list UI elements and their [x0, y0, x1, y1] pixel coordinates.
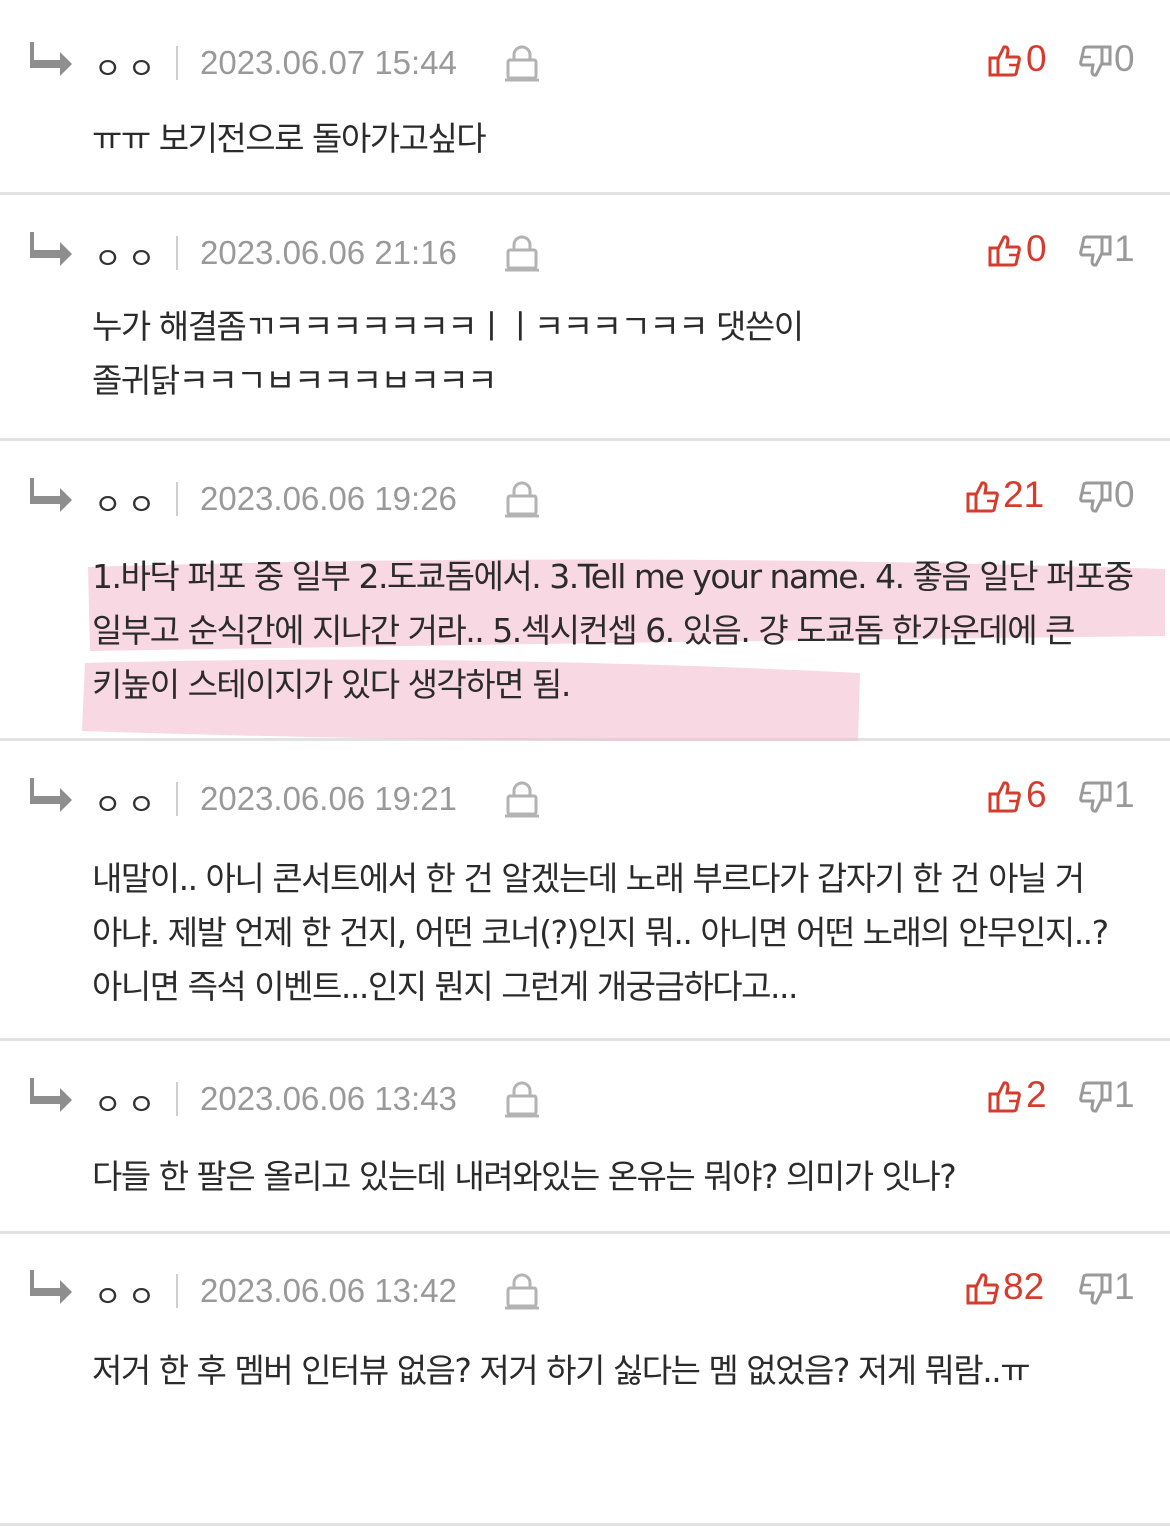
like-count[interactable]: 6 — [1026, 774, 1047, 816]
dislike-count[interactable]: 1 — [1114, 774, 1135, 816]
reply-arrow-icon — [28, 774, 76, 814]
comment-item: ㅇㅇ 2023.06.06 13:42 82 1 저거 한 후 멤버 인터뷰 없음? 저… — [0, 1234, 1170, 1526]
lock-icon[interactable] — [505, 234, 539, 272]
comment-author: ㅇㅇ — [94, 1088, 162, 1123]
comment-item: ㅇㅇ 2023.06.06 19:21 6 1 내말이.. 아니 콘서트에서 한 건 알… — [0, 741, 1170, 1041]
like-count[interactable]: 2 — [1026, 1074, 1047, 1116]
dislike-count[interactable]: 1 — [1114, 1074, 1135, 1116]
thumbs-down-icon[interactable] — [1078, 780, 1112, 814]
comment-item: ㅇㅇ 2023.06.06 21:16 0 1 누가 해결좀ㄲㅋㅋㅋㅋㅋㅋㅋㅣㅣㅋㅋㅋㄱ… — [0, 195, 1170, 441]
meta-separator — [176, 236, 178, 270]
reply-arrow-icon — [28, 38, 76, 78]
meta-separator — [176, 1274, 178, 1308]
comment-author: ㅇㅇ — [94, 788, 162, 823]
comment-text: 저거 한 후 멤버 인터뷰 없음? 저거 하기 싫다는 멤 없었음? 저게 뭐람… — [92, 1351, 1031, 1390]
comment-item: ㅇㅇ 2023.06.06 13:43 2 1 다들 한 팔은 올리고 있는데 내려와있… — [0, 1041, 1170, 1234]
meta-separator — [176, 782, 178, 816]
comment-author: ㅇㅇ — [94, 1280, 162, 1315]
thumbs-down-icon[interactable] — [1078, 234, 1112, 268]
comment-text: 내말이.. 아니 콘서트에서 한 건 알겠는데 노래 부르다가 갑자기 한 건 … — [92, 859, 1109, 1006]
thumbs-down-icon[interactable] — [1078, 44, 1112, 78]
reply-arrow-icon — [28, 1074, 76, 1114]
like-count[interactable]: 0 — [1026, 38, 1047, 80]
lock-icon[interactable] — [505, 1272, 539, 1310]
comment-date: 2023.06.06 19:21 — [200, 780, 457, 817]
lock-icon[interactable] — [505, 780, 539, 818]
like-count[interactable]: 0 — [1026, 228, 1047, 270]
thumbs-up-icon[interactable] — [988, 1080, 1022, 1114]
comment-date: 2023.06.06 13:43 — [200, 1080, 457, 1117]
thumbs-down-icon[interactable] — [1078, 1272, 1112, 1306]
meta-separator — [176, 1082, 178, 1116]
reply-arrow-icon — [28, 1266, 76, 1306]
lock-icon[interactable] — [505, 1080, 539, 1118]
thumbs-up-icon[interactable] — [988, 234, 1022, 268]
thumbs-up-icon[interactable] — [988, 780, 1022, 814]
like-count[interactable]: 82 — [1003, 1266, 1044, 1308]
comment-date: 2023.06.06 13:42 — [200, 1272, 457, 1309]
dislike-count[interactable]: 1 — [1114, 228, 1135, 270]
comment-date: 2023.06.06 21:16 — [200, 234, 457, 271]
lock-icon[interactable] — [505, 44, 539, 82]
comment-item: ㅇㅇ 2023.06.06 19:26 21 0 1.바닥 퍼포 중 일부 2.도쿄돔… — [0, 441, 1170, 741]
comment-text: 누가 해결좀ㄲㅋㅋㅋㅋㅋㅋㅋㅣㅣㅋㅋㅋㄱㅋㅋ 댓쓴이 졸귀닭ㅋㅋㄱㅂㅋㅋㅋㅂㅋㅋ… — [92, 307, 804, 400]
comment-author: ㅇㅇ — [94, 242, 162, 277]
comment-text: 다들 한 팔은 올리고 있는데 내려와있는 온유는 뭐야? 의미가 잇나? — [92, 1157, 957, 1196]
comment-item: ㅇㅇ 2023.06.07 15:44 0 0 ㅠㅠ 보기전으로 돌아가고싶다 — [0, 0, 1170, 195]
dislike-count[interactable]: 1 — [1114, 1266, 1135, 1308]
thumbs-up-icon[interactable] — [966, 1272, 1000, 1306]
reply-arrow-icon — [28, 228, 76, 268]
thumbs-up-icon[interactable] — [988, 44, 1022, 78]
dislike-count[interactable]: 0 — [1114, 38, 1135, 80]
comment-text: ㅠㅠ 보기전으로 돌아가고싶다 — [92, 119, 487, 158]
comment-author: ㅇㅇ — [94, 52, 162, 87]
comment-date: 2023.06.07 15:44 — [200, 44, 457, 81]
thumbs-down-icon[interactable] — [1078, 1080, 1112, 1114]
meta-separator — [176, 46, 178, 80]
comment-text: 1.바닥 퍼포 중 일부 2.도쿄돔에서. 3.Tell me your nam… — [92, 557, 1134, 704]
